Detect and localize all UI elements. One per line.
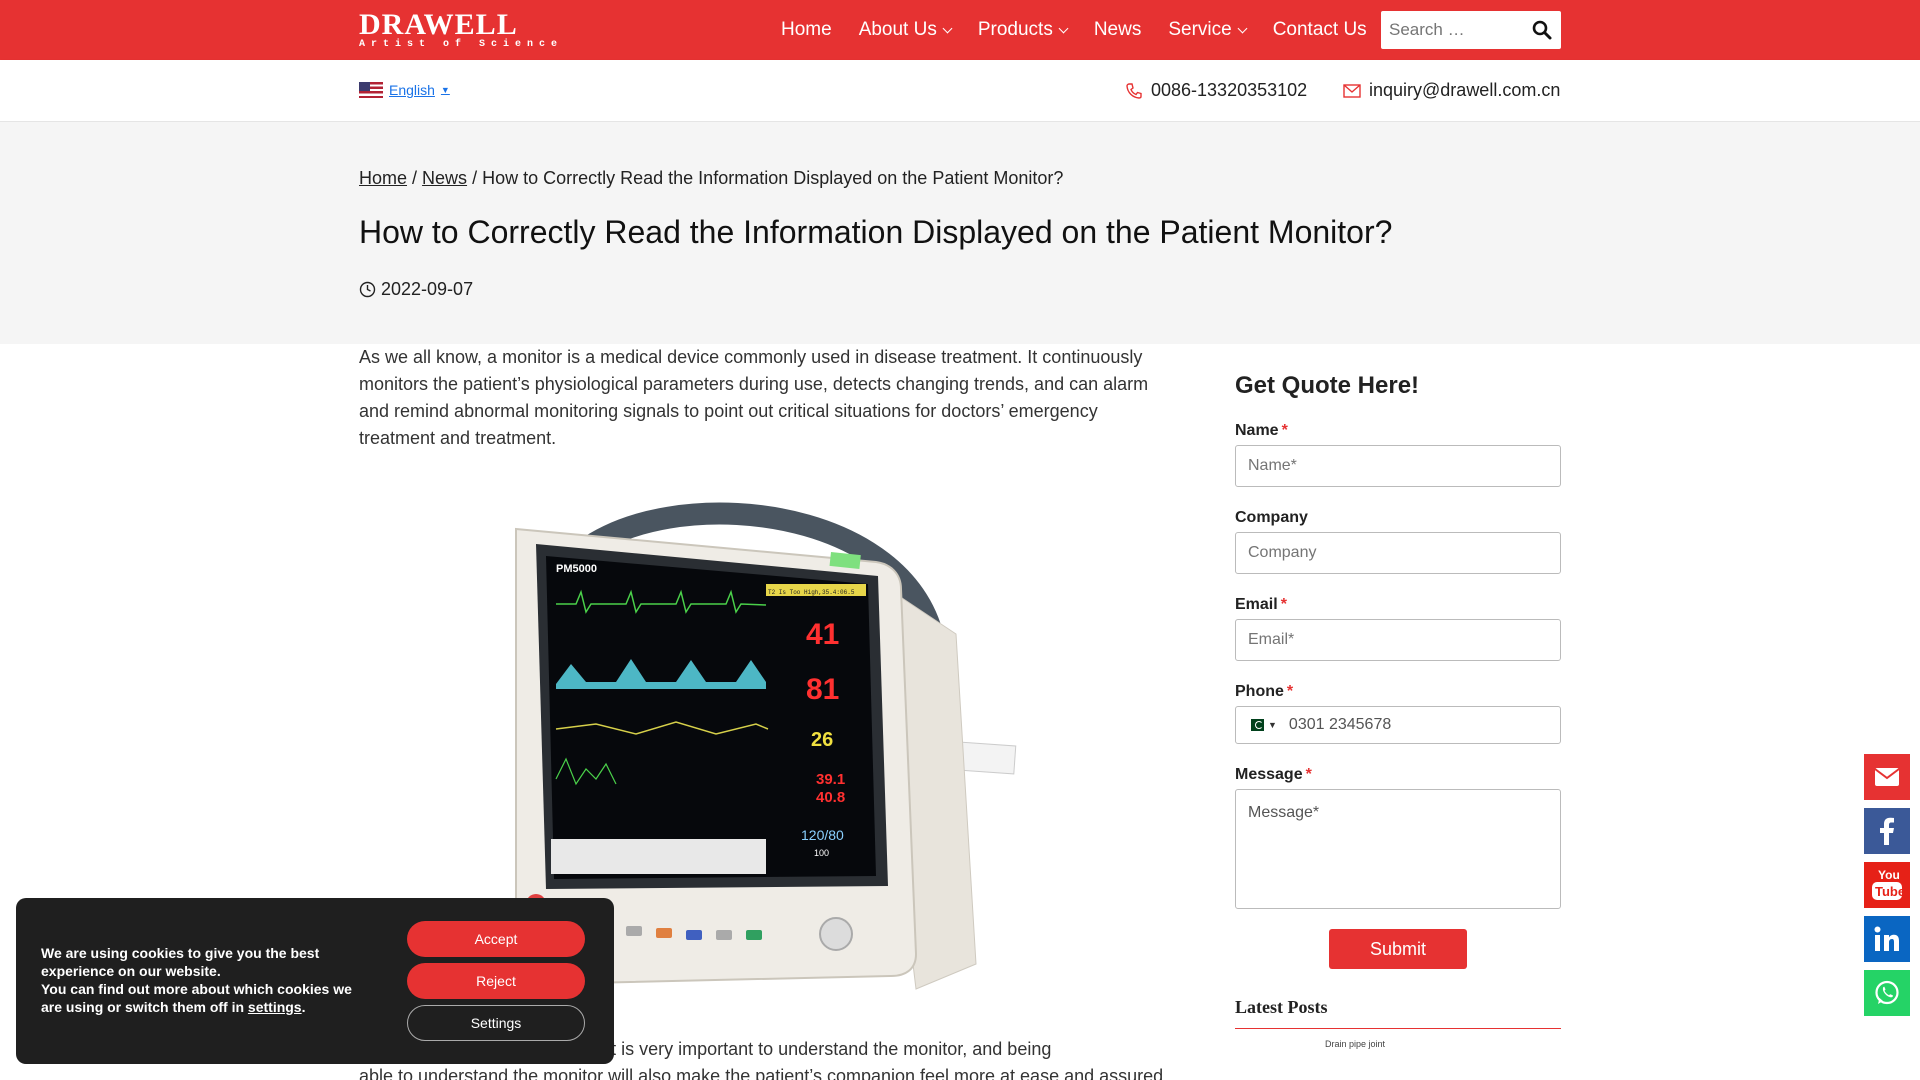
breadcrumb-separator: / [412,168,423,188]
latest-post-thumbnail-caption[interactable]: Drain pipe joint [1325,1039,1561,1049]
quote-sidebar: Get Quote Here! Name* Company Email* Pho… [1235,344,1561,1049]
nav-about-label: About Us [858,19,937,40]
submit-button[interactable]: Submit [1329,929,1467,969]
nav-home-label: Home [781,19,832,40]
nav-contact-label: Contact Us [1272,19,1367,40]
phone-field[interactable]: ▼ 0301 2345678 [1235,706,1561,744]
post-date: 2022-09-07 [359,279,473,300]
email-contact[interactable]: inquiry@drawell.com.cn [1343,80,1560,101]
monitor-value-resp: 26 [811,729,833,751]
breadcrumb-current: How to Correctly Read the Information Di… [482,168,1064,188]
svg-text:Tube: Tube [1875,884,1904,899]
monitor-value-temp1: 39.1 [816,771,845,788]
name-field[interactable] [1235,445,1561,487]
article-paragraph-2-line-2: able to understand the monitor will also… [359,1066,1164,1080]
email-icon[interactable] [1864,754,1910,800]
required-mark: * [1280,596,1287,613]
nav-about-us[interactable]: About Us [858,19,953,41]
search-box [1381,11,1561,49]
main-nav: Home About Us Products News Service Cont… [781,0,1394,60]
nav-products-label: Products [977,19,1053,40]
phone-number: 0086-13320353102 [1151,80,1308,100]
linkedin-icon[interactable] [1864,916,1910,962]
latest-posts-heading: Latest Posts [1235,997,1561,1029]
top-nav-bar: DRAWELL Artist of Science Home About Us … [0,0,1920,60]
mail-icon [1343,83,1361,98]
breadcrumb-separator: / [472,168,483,188]
clock-icon [359,281,376,298]
message-placeholder: Message* [1248,804,1320,821]
breadcrumb-news[interactable]: News [422,168,467,188]
breadcrumb: Home / News / How to Correctly Read the … [359,168,1063,189]
email-label-text: Email [1235,596,1278,613]
cookie-message-period: . [301,999,306,1015]
pakistan-flag-icon[interactable] [1246,719,1264,731]
name-label-text: Name [1235,422,1279,439]
language-switcher[interactable]: English ▼ [359,82,450,98]
cookie-message: We are using cookies to give you the bes… [41,944,371,1016]
email-address: inquiry@drawell.com.cn [1369,80,1561,100]
chevron-down-icon [1058,23,1069,33]
logo-tagline: Artist of Science [359,39,564,50]
required-mark: * [1281,422,1288,439]
phone-icon [1126,82,1142,99]
youtube-icon[interactable]: You Tube [1864,862,1910,908]
contact-bar: English ▼ 0086-13320353102 inquiry@drawe… [0,60,1920,122]
floating-social-bar: You Tube [1864,754,1910,1024]
company-label: Company [1235,509,1308,526]
cookie-consent-banner: We are using cookies to give you the bes… [16,898,614,1064]
search-icon[interactable] [1531,19,1553,41]
monitor-value-map: 100 [814,848,829,858]
phone-placeholder: 0301 2345678 [1288,716,1392,733]
nav-home[interactable]: Home [781,19,832,41]
monitor-value-2: 81 [806,673,839,706]
page-title: How to Correctly Read the Information Di… [359,214,1393,250]
cookie-message-line-1: We are using cookies to give you the bes… [41,945,320,979]
phone-contact[interactable]: 0086-13320353102 [1125,80,1307,101]
chevron-down-icon [942,23,953,33]
nav-service[interactable]: Service [1168,19,1248,41]
svg-text:You: You [1878,868,1900,882]
monitor-value-1: 41 [806,618,839,651]
breadcrumb-home[interactable]: Home [359,168,407,188]
phone-label: Phone * [1235,683,1561,701]
monitor-alarm-text: T2 Is Too High,35.4:06.5 [768,589,855,596]
language-label: English [389,82,435,98]
monitor-model-label: PM5000 [556,563,597,575]
phone-label-text: Phone [1235,683,1284,700]
facebook-icon[interactable] [1864,808,1910,854]
message-label-text: Message [1235,766,1303,783]
message-label: Message * [1235,766,1561,784]
chevron-down-icon [1237,23,1248,33]
nav-contact-us[interactable]: Contact Us [1273,19,1367,41]
nav-news-label: News [1093,19,1142,40]
cookie-settings-button[interactable]: Settings [407,1005,585,1041]
cookie-accept-button[interactable]: Accept [407,921,585,957]
message-field[interactable]: Message* [1235,789,1561,909]
monitor-value-temp2: 40.8 [816,789,845,806]
required-mark: * [1286,683,1294,700]
nav-service-label: Service [1168,19,1232,40]
cookie-reject-button[interactable]: Reject [407,963,585,999]
email-label: Email * [1235,596,1561,614]
whatsapp-icon[interactable] [1864,970,1910,1016]
required-mark: * [1305,766,1312,783]
cookie-settings-link[interactable]: settings [248,999,302,1015]
us-flag-icon [359,82,383,98]
post-date-text: 2022-09-07 [381,279,474,299]
article-intro: As we all know, a monitor is a medical d… [359,347,1149,448]
quote-form-title: Get Quote Here! [1235,372,1420,399]
logo-main-text: DRAWELL [359,8,518,41]
nav-products[interactable]: Products [977,19,1069,41]
nav-news[interactable]: News [1094,19,1142,41]
logo[interactable]: DRAWELL Artist of Science [359,10,563,50]
article-header: Home / News / How to Correctly Read the … [0,122,1920,344]
country-dropdown-icon[interactable]: ▼ [1268,720,1277,730]
monitor-value-nibp: 120/80 [801,827,844,843]
search-input[interactable] [1389,20,1519,40]
email-field[interactable] [1235,619,1561,661]
name-label: Name * [1235,422,1561,440]
company-field[interactable] [1235,532,1561,574]
dropdown-triangle-icon: ▼ [440,85,450,95]
